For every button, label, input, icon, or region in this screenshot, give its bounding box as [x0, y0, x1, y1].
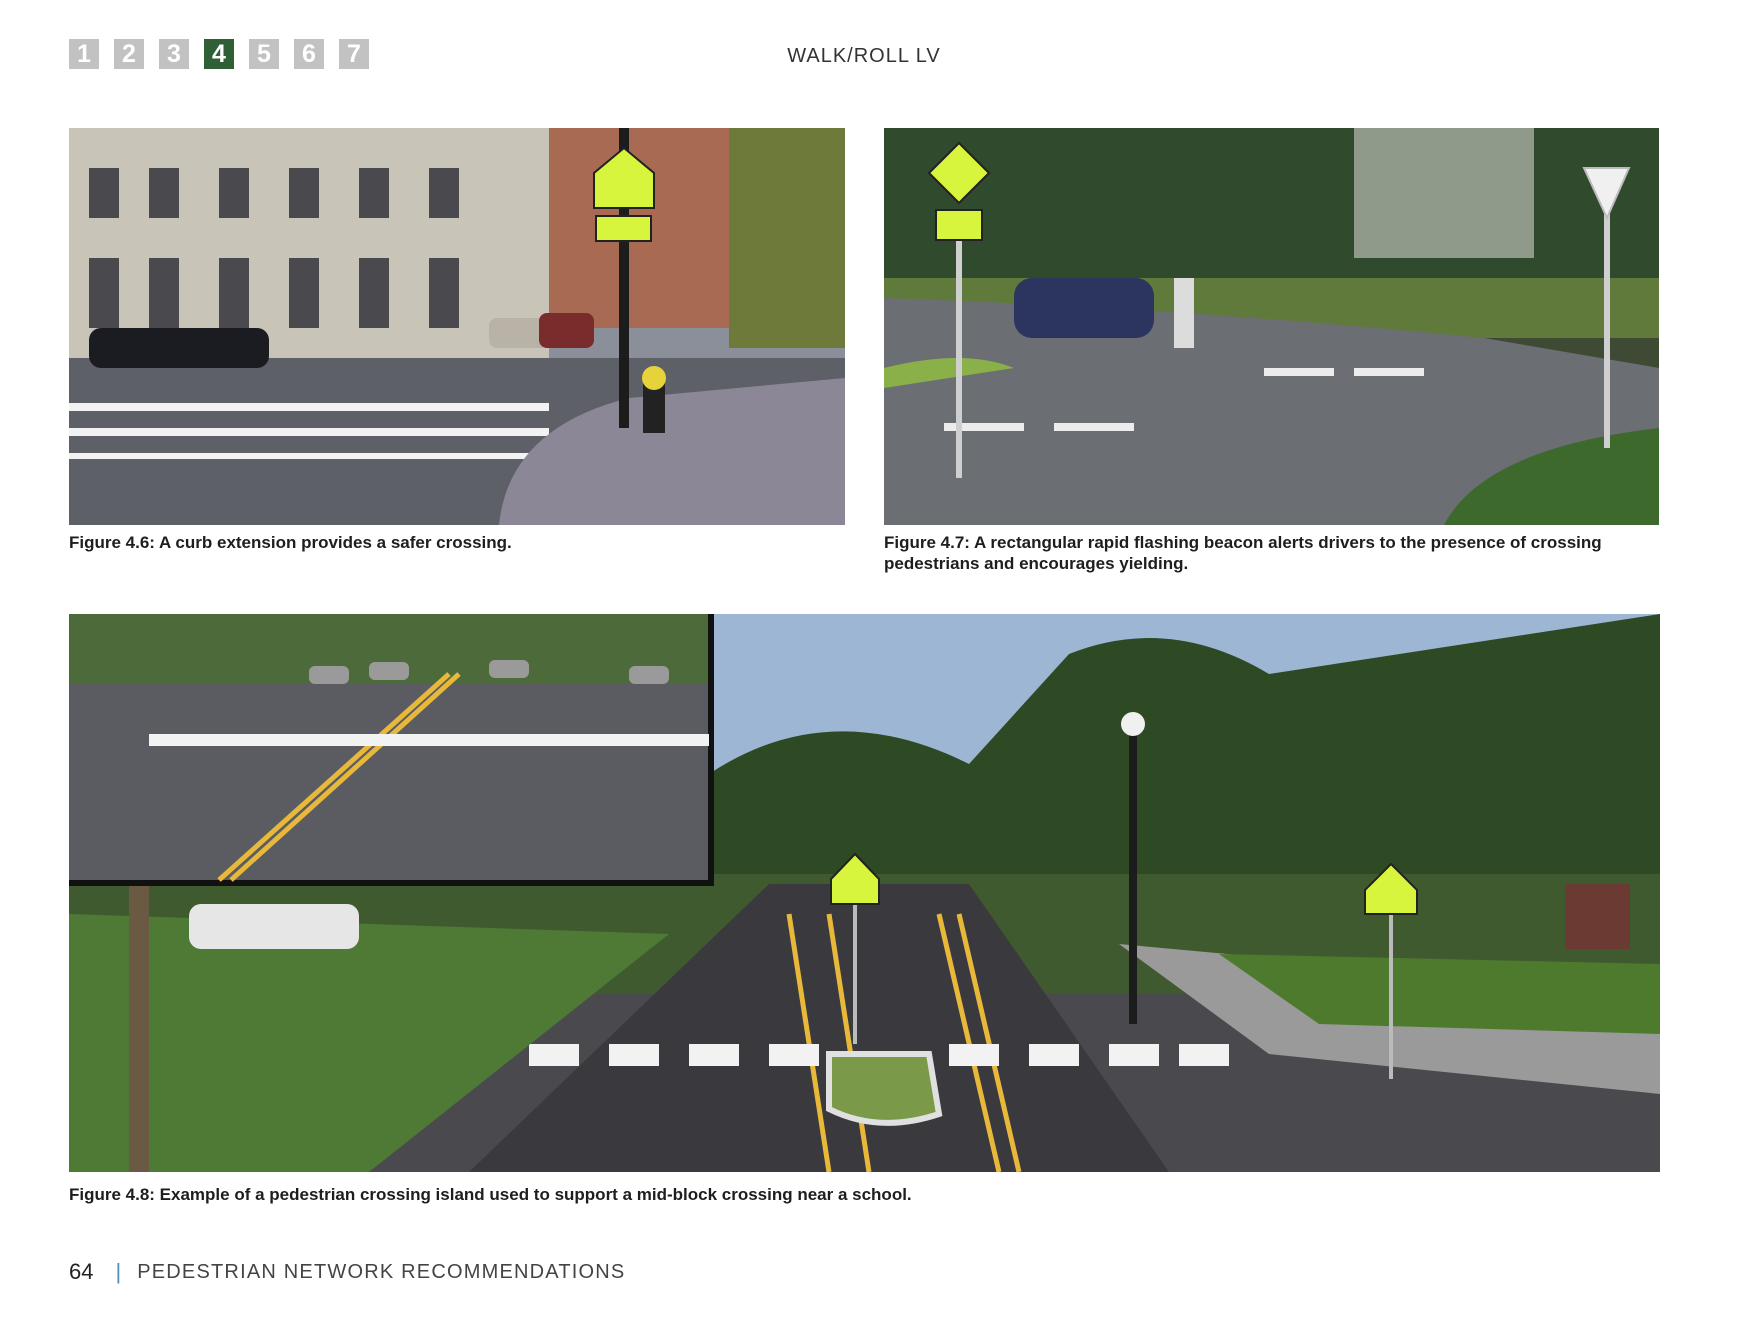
- figure-4-6-caption: Figure 4.6: A curb extension provides a …: [69, 533, 512, 552]
- figure-4-7-photo: [884, 128, 1659, 525]
- page-footer: 64 | PEDESTRIAN NETWORK RECOMMENDATIONS: [69, 1259, 625, 1285]
- document-title: WALK/ROLL LV: [787, 45, 941, 67]
- figure-4-8-photo: [69, 614, 1660, 1172]
- footer-separator: |: [115, 1259, 122, 1284]
- figure-4-6-photo: [69, 128, 845, 525]
- page-number: 64: [69, 1259, 94, 1284]
- figure-4-7-caption: Figure 4.7: A rectangular rapid flashing…: [884, 533, 1602, 573]
- section-title: PEDESTRIAN NETWORK RECOMMENDATIONS: [137, 1260, 626, 1283]
- figure-4-8-caption: Figure 4.8: Example of a pedestrian cros…: [69, 1185, 912, 1204]
